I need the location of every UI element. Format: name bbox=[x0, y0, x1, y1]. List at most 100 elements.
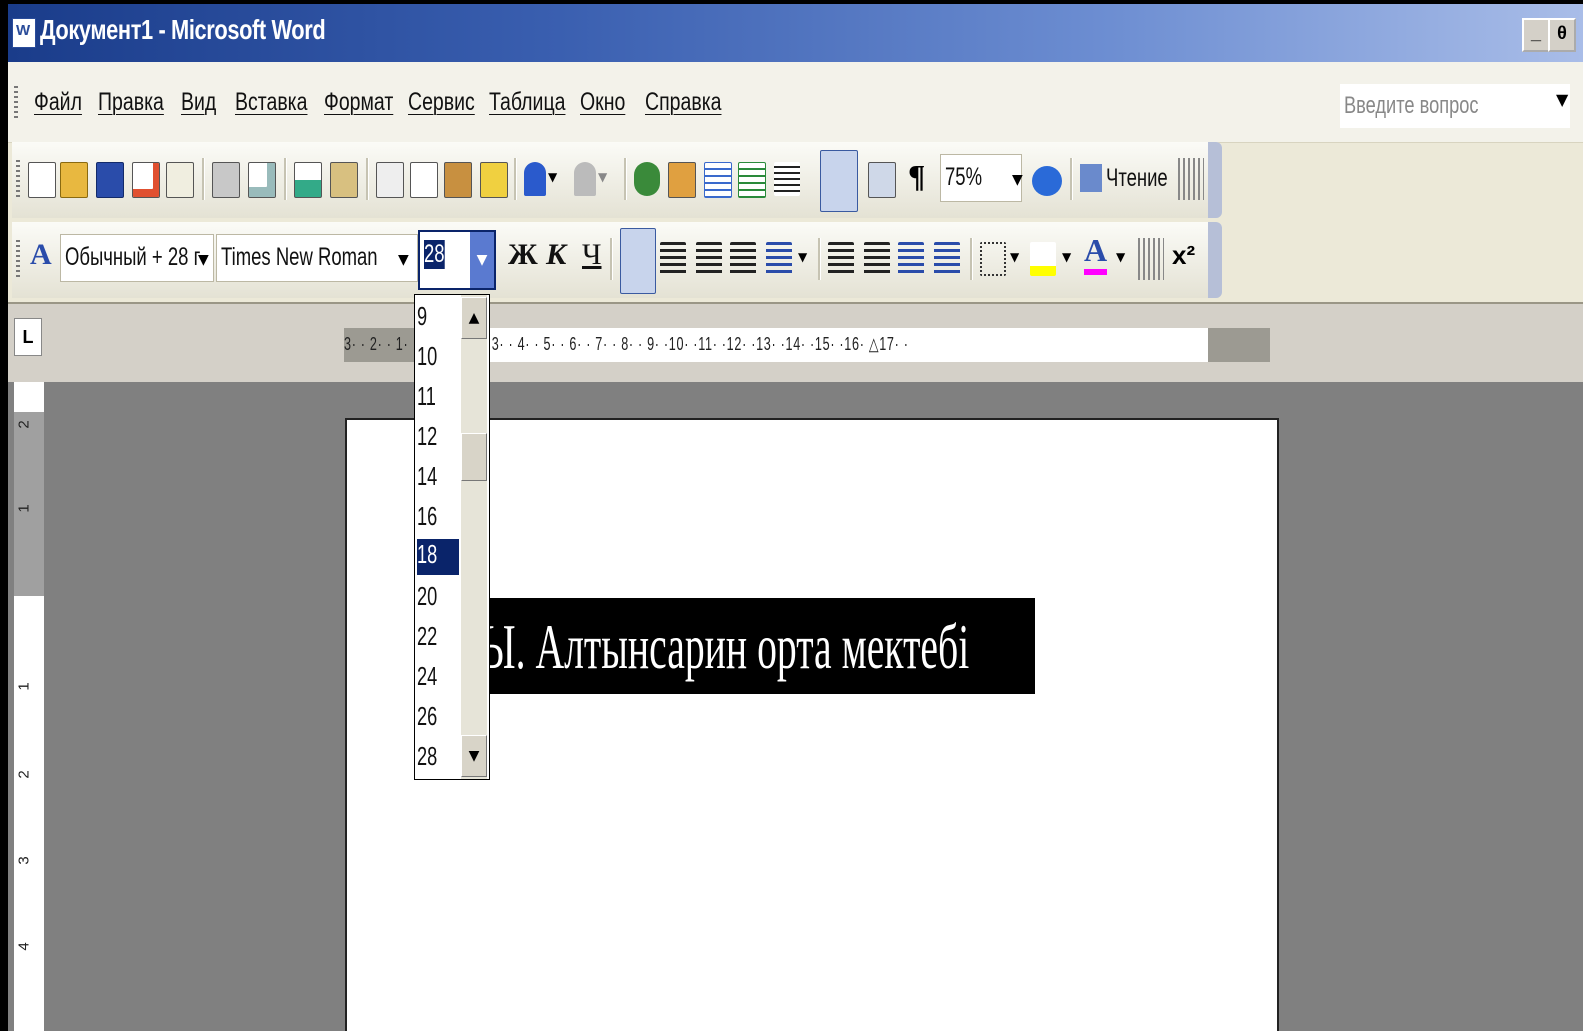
font-color-dropdown-icon[interactable]: ▼ bbox=[1116, 250, 1125, 264]
font-size-option[interactable]: 28 bbox=[417, 741, 459, 777]
font-size-option[interactable]: 20 bbox=[417, 581, 459, 617]
menu-insert[interactable]: Вставка bbox=[235, 88, 307, 117]
font-size-option-highlighted[interactable]: 18 bbox=[417, 539, 459, 575]
tables-borders-icon[interactable] bbox=[668, 162, 696, 198]
scroll-down-icon[interactable]: ▼ bbox=[461, 735, 487, 777]
print-preview-icon[interactable] bbox=[248, 162, 276, 198]
show-formatting-icon[interactable]: ¶ bbox=[908, 158, 925, 195]
font-size-combo[interactable]: 28 ▼ bbox=[418, 230, 496, 290]
bold-button[interactable]: Ж bbox=[508, 238, 538, 272]
insert-excel-icon[interactable] bbox=[738, 162, 766, 198]
paste-icon[interactable] bbox=[444, 162, 472, 198]
help-icon[interactable] bbox=[1032, 166, 1062, 196]
decrease-indent-icon[interactable] bbox=[898, 242, 924, 276]
research-icon[interactable] bbox=[330, 162, 358, 198]
menu-grip[interactable] bbox=[14, 86, 18, 120]
reading-icon[interactable] bbox=[1080, 164, 1102, 192]
font-size-option[interactable]: 14 bbox=[417, 461, 459, 497]
document-map-icon[interactable] bbox=[868, 162, 896, 198]
toolbar-chevron[interactable] bbox=[1208, 222, 1222, 298]
menu-help[interactable]: Справка bbox=[645, 88, 722, 117]
reading-label[interactable]: Чтение bbox=[1106, 164, 1168, 193]
font-dropdown-icon[interactable]: ▼ bbox=[398, 252, 409, 268]
align-right-icon[interactable] bbox=[696, 242, 722, 276]
font-size-option[interactable]: 11 bbox=[417, 381, 459, 417]
menu-window[interactable]: Окно bbox=[580, 88, 625, 117]
copy-icon[interactable] bbox=[410, 162, 438, 198]
toolbar-grip[interactable] bbox=[16, 240, 20, 280]
insert-table-icon[interactable] bbox=[704, 162, 732, 198]
highlight-dropdown-icon[interactable]: ▼ bbox=[1062, 250, 1071, 264]
undo-icon[interactable] bbox=[524, 162, 546, 196]
style-combo[interactable]: Обычный + 28 г bbox=[60, 234, 214, 282]
selected-text[interactable]: Ы. Алтынсарин орта мектебі bbox=[477, 598, 1035, 694]
font-size-option[interactable]: 12 bbox=[417, 421, 459, 457]
restore-button[interactable]: θ bbox=[1548, 18, 1576, 52]
redo-dropdown-icon[interactable]: ▼ bbox=[598, 170, 607, 184]
vertical-ruler[interactable]: 2 1 1 2 3 4 bbox=[14, 382, 44, 1031]
style-dropdown-icon[interactable]: ▼ bbox=[198, 252, 209, 268]
zoom-combo[interactable]: 75% bbox=[940, 154, 1022, 202]
borders-dropdown-icon[interactable]: ▼ bbox=[1010, 250, 1019, 264]
underline-button[interactable]: Ч bbox=[582, 238, 602, 272]
menu-format[interactable]: Формат bbox=[324, 88, 393, 117]
line-spacing-icon[interactable] bbox=[766, 242, 792, 276]
borders-icon[interactable] bbox=[980, 242, 1006, 276]
highlight-icon[interactable] bbox=[1030, 242, 1056, 276]
email-icon[interactable] bbox=[166, 162, 194, 198]
font-size-option[interactable]: 22 bbox=[417, 621, 459, 657]
tab-selector-icon[interactable]: L bbox=[14, 318, 42, 356]
line-spacing-dropdown-icon[interactable]: ▼ bbox=[798, 250, 807, 264]
superscript-button[interactable]: x² bbox=[1172, 240, 1195, 271]
numbering-icon[interactable] bbox=[828, 242, 854, 276]
font-size-option[interactable]: 24 bbox=[417, 661, 459, 697]
cut-icon[interactable] bbox=[376, 162, 404, 198]
columns-icon[interactable] bbox=[774, 162, 800, 196]
font-color-icon[interactable]: A bbox=[1084, 232, 1108, 275]
menu-file[interactable]: Файл bbox=[34, 88, 82, 117]
bullets-icon[interactable] bbox=[864, 242, 890, 276]
permission-icon[interactable] bbox=[132, 162, 160, 198]
scroll-thumb[interactable] bbox=[461, 433, 487, 481]
menu-tools[interactable]: Сервис bbox=[408, 88, 475, 117]
font-size-dropdown-icon[interactable]: ▼ bbox=[470, 232, 494, 288]
print-icon[interactable] bbox=[212, 162, 240, 198]
font-size-option[interactable]: 26 bbox=[417, 701, 459, 737]
title-bar[interactable]: Документ1 - Microsoft Word _ θ bbox=[8, 4, 1583, 62]
toolbar-options-icon[interactable] bbox=[1178, 158, 1204, 200]
drawing-icon[interactable] bbox=[820, 150, 858, 212]
minimize-button[interactable]: _ bbox=[1522, 18, 1550, 52]
styles-pane-icon[interactable]: A bbox=[30, 238, 52, 272]
increase-indent-icon[interactable] bbox=[934, 242, 960, 276]
font-size-option[interactable]: 16 bbox=[417, 501, 459, 537]
new-document-icon[interactable] bbox=[28, 162, 56, 198]
undo-dropdown-icon[interactable]: ▼ bbox=[548, 170, 557, 184]
align-center-icon[interactable] bbox=[660, 242, 686, 276]
format-painter-icon[interactable] bbox=[480, 162, 508, 198]
menu-edit[interactable]: Правка bbox=[98, 88, 164, 117]
hyperlink-icon[interactable] bbox=[634, 162, 660, 196]
word-app-icon[interactable] bbox=[12, 18, 36, 48]
open-folder-icon[interactable] bbox=[60, 162, 88, 198]
zoom-dropdown-icon[interactable]: ▼ bbox=[1012, 172, 1023, 188]
spelling-icon[interactable] bbox=[294, 162, 322, 198]
scroll-up-icon[interactable]: ▲ bbox=[461, 297, 487, 339]
align-left-icon[interactable] bbox=[620, 228, 656, 294]
menu-table[interactable]: Таблица bbox=[489, 88, 565, 117]
font-size-scrollbar[interactable]: ▲ ▼ bbox=[461, 295, 487, 779]
toolbar-grip[interactable] bbox=[16, 160, 20, 200]
toolbar-chevron[interactable] bbox=[1208, 142, 1222, 218]
toolbar-options-icon[interactable] bbox=[1138, 238, 1164, 280]
help-search-input[interactable]: Введите вопрос bbox=[1340, 84, 1570, 128]
font-size-option[interactable]: 9 bbox=[417, 301, 459, 337]
window-title: Документ1 - Microsoft Word bbox=[40, 14, 326, 45]
redo-icon[interactable] bbox=[574, 162, 596, 196]
menu-view[interactable]: Вид bbox=[181, 88, 216, 117]
save-icon[interactable] bbox=[96, 162, 124, 198]
font-combo[interactable]: Times New Roman bbox=[216, 234, 418, 282]
italic-button[interactable]: К bbox=[546, 238, 566, 272]
font-size-option[interactable]: 10 bbox=[417, 341, 459, 377]
justify-icon[interactable] bbox=[730, 242, 756, 276]
help-search-dropdown-icon[interactable]: ▼ bbox=[1556, 90, 1568, 109]
font-size-list[interactable]: 9 10 11 12 14 16 18 20 22 24 26 28 ▲ ▼ bbox=[414, 294, 490, 780]
